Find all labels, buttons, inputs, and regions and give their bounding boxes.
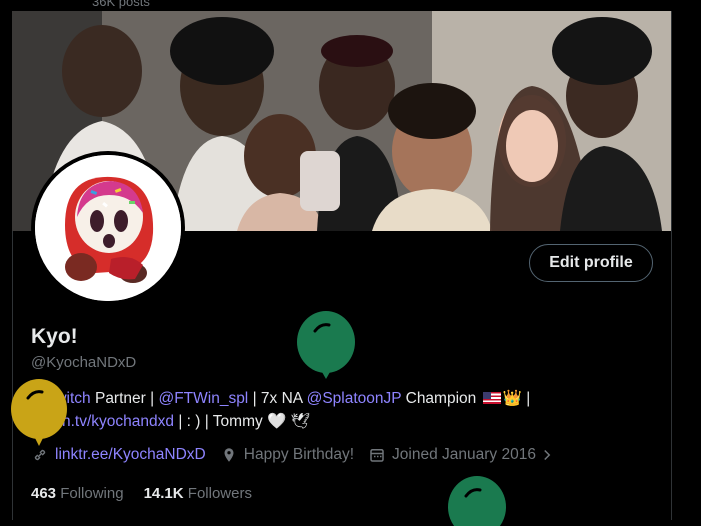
- dove-emoji: 🕊: [290, 412, 311, 430]
- column-border-right: [671, 0, 672, 520]
- posts-count: 36K posts: [92, 0, 150, 9]
- followers-link[interactable]: 14.1K Followers: [144, 485, 252, 502]
- website-link[interactable]: linktr.ee/KyochaNDxD: [55, 446, 206, 464]
- bio-text: |: [521, 390, 531, 407]
- avatar[interactable]: [31, 151, 185, 305]
- bio-text: | : ) | Tommy: [174, 413, 268, 430]
- user-handle: @KyochaNDxD: [31, 354, 137, 371]
- balloon-icon: [448, 476, 506, 526]
- calendar-icon: [370, 449, 384, 462]
- location-pin-icon: [224, 448, 234, 462]
- shy-guy-donut-icon: [35, 155, 181, 301]
- following-label: Following: [60, 485, 124, 502]
- profile-bio: @Twitch Partner | @FTWin_spl | 7x NA @Sp…: [31, 387, 631, 433]
- edit-profile-button[interactable]: Edit profile: [529, 244, 653, 282]
- joined-text: Joined January 2016: [392, 446, 536, 463]
- location-item: Happy Birthday!: [220, 446, 354, 464]
- bio-text: Champion: [401, 390, 481, 407]
- bio-text: | 7x NA: [248, 390, 307, 407]
- avatar-image: [35, 155, 181, 301]
- balloon-icon: [297, 311, 355, 379]
- balloon-icon: [11, 379, 67, 446]
- joined-item[interactable]: Joined January 2016: [368, 446, 560, 464]
- bio-mention-ftwin[interactable]: @FTWin_spl: [158, 390, 248, 407]
- white-heart-emoji: 🤍: [267, 412, 287, 430]
- location-text: Happy Birthday!: [243, 446, 355, 463]
- profile-meta: linktr.ee/KyochaNDxD Happy Birthday! Joi…: [31, 446, 574, 464]
- followers-label: Followers: [187, 485, 252, 502]
- followers-count: 14.1K: [143, 485, 184, 502]
- bio-text: Partner |: [90, 390, 159, 407]
- follow-stats: 463 Following 14.1K Followers: [31, 485, 272, 502]
- crown-emoji: 👑: [502, 389, 522, 407]
- following-count: 463: [31, 485, 57, 502]
- chevron-right-icon: [544, 449, 551, 461]
- posts-count-header: 36K posts: [12, 0, 672, 11]
- bio-mention-splatoon[interactable]: @SplatoonJP: [307, 390, 402, 407]
- display-name: Kyo!: [31, 325, 78, 348]
- following-link[interactable]: 463 Following: [31, 485, 124, 502]
- us-flag-icon: [482, 392, 501, 404]
